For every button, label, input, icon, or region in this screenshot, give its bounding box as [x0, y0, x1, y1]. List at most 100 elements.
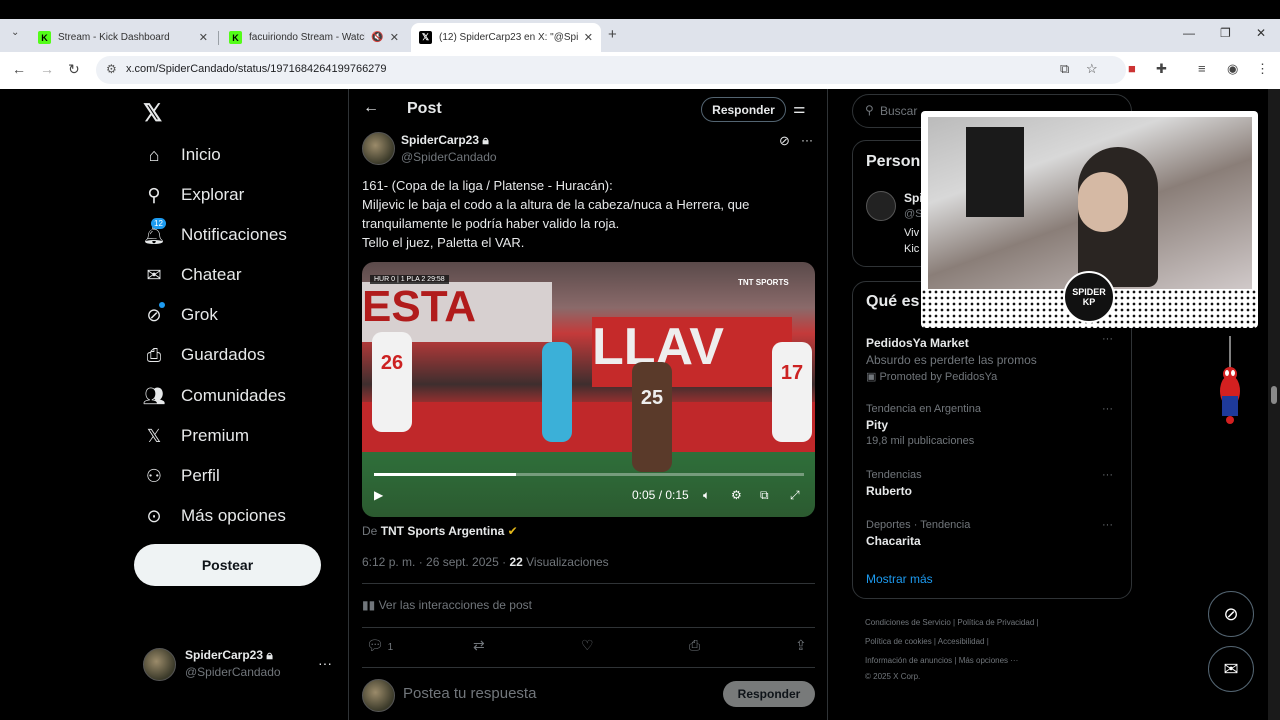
author-handle[interactable]: @SpiderCandado: [401, 150, 497, 164]
reply-submit-button[interactable]: Responder: [723, 681, 815, 707]
post-text-line: tranquilamente le podría haber valido la…: [362, 216, 620, 231]
suggested-avatar[interactable]: [866, 191, 896, 221]
grok-float-button[interactable]: ⊘: [1208, 591, 1254, 637]
post-column: ← Post Responder ⚌ SpiderCarp23 🔒︎ @Spid…: [348, 89, 828, 720]
address-bar[interactable]: ⚙ x.com/SpiderCandado/status/19716842641…: [96, 56, 1126, 84]
author-name[interactable]: SpiderCarp23 🔒︎: [401, 133, 489, 148]
bell-icon: 🔔︎ 12: [142, 218, 166, 245]
nav-item-premium[interactable]: 𝕏 Premium: [143, 420, 249, 452]
trend-item[interactable]: PedidosYa Market Absurdo es perderte las…: [866, 333, 1121, 383]
avatar: [362, 679, 395, 712]
trends-card: Qué es PedidosYa Market Absurdo es perde…: [852, 281, 1132, 599]
nav-item-chat[interactable]: ✉ Chatear: [143, 259, 241, 291]
install-app-icon[interactable]: ⧉: [1060, 61, 1069, 77]
restore-button[interactable]: ❐: [1220, 26, 1231, 40]
bookmark-star-icon[interactable]: ☆: [1086, 61, 1098, 77]
tab-kick-dashboard[interactable]: K Stream - Kick Dashboard ✕: [30, 23, 216, 52]
tab-search-icon[interactable]: ⌄: [11, 27, 19, 38]
trend-item[interactable]: Deportes · Tendencia Chacarita ···: [866, 519, 1121, 548]
home-icon: ⌂: [148, 144, 160, 165]
x-logo-icon[interactable]: 𝕏: [143, 99, 162, 128]
close-icon[interactable]: ✕: [584, 31, 593, 44]
reply-input[interactable]: Postea tu respuesta: [403, 685, 536, 702]
profile-icon[interactable]: ◉: [1227, 61, 1238, 77]
nav-item-bookmarks[interactable]: ⎙ Guardados: [143, 339, 265, 371]
footer-links[interactable]: Política de cookies | Accesibilidad |: [865, 637, 989, 646]
more-icon[interactable]: ···: [318, 655, 332, 671]
tab-x-post[interactable]: 𝕏 (12) SpiderCarp23 en X: "@Spic ✕: [411, 23, 601, 52]
extension-icon[interactable]: ■: [1128, 61, 1136, 76]
filter-icon[interactable]: ⚌: [793, 100, 806, 117]
suggested-name[interactable]: Spi: [904, 191, 923, 205]
more-icon[interactable]: ···: [1102, 519, 1113, 531]
kick-icon: K: [38, 31, 51, 44]
tab-kick-watch[interactable]: K facuiriondo Stream - Watch 🔇 ✕: [221, 23, 407, 52]
post-button[interactable]: Postear: [134, 544, 321, 586]
more-icon[interactable]: ···: [1102, 333, 1113, 345]
forward-button[interactable]: →: [40, 61, 54, 77]
footer-links[interactable]: Condiciones de Servicio | Política de Pr…: [865, 618, 1039, 627]
repost-icon[interactable]: ⇄: [473, 637, 485, 654]
reply-action[interactable]: 💬︎ 1: [366, 637, 393, 654]
messages-float-button[interactable]: ✉: [1208, 646, 1254, 692]
bookmark-icon[interactable]: ⎙: [689, 637, 700, 654]
more-icon[interactable]: ···: [1102, 469, 1113, 481]
like-icon[interactable]: ♡: [581, 637, 594, 654]
nav-item-notifications[interactable]: 🔔︎ 12 Notificaciones: [142, 218, 287, 251]
more-icon[interactable]: ···: [1102, 403, 1113, 415]
close-window-button[interactable]: ✕: [1256, 26, 1266, 40]
share-icon[interactable]: ⇪: [795, 637, 807, 654]
player-jersey: 17: [772, 342, 812, 442]
media-icon[interactable]: ≡: [1198, 61, 1206, 76]
x-icon: 𝕏: [419, 31, 432, 44]
back-button[interactable]: ←: [12, 61, 26, 77]
author-avatar[interactable]: [362, 132, 395, 165]
scrollbar-thumb[interactable]: [1271, 386, 1277, 404]
puzzle-icon[interactable]: ✚: [1156, 61, 1167, 77]
close-icon[interactable]: ✕: [390, 31, 399, 44]
divider: [362, 627, 815, 628]
nav-item-profile[interactable]: ⚇ Perfil: [143, 460, 220, 492]
nav-item-communities[interactable]: 👥︎ Comunidades: [143, 380, 286, 412]
nav-item-grok[interactable]: ⊘ Grok: [143, 299, 218, 331]
more-icon[interactable]: ···: [801, 133, 813, 147]
trend-item[interactable]: Tendencias Ruberto ···: [866, 469, 1121, 498]
page-scrollbar[interactable]: [1268, 89, 1280, 720]
suggested-bio-line: Kic: [904, 243, 920, 255]
notification-badge: 12: [151, 218, 166, 229]
grok-icon[interactable]: ⊘: [779, 133, 790, 149]
grok-icon: ⊘: [1223, 603, 1239, 624]
video-source: De TNT Sports Argentina ✔: [362, 524, 518, 538]
suggested-handle: @S: [904, 208, 923, 220]
close-icon[interactable]: ✕: [199, 31, 208, 44]
post-text-line: Miljevic le baja el codo a la altura de …: [362, 197, 750, 212]
webcam-overlay: SPIDER KP: [921, 111, 1258, 328]
grok-icon: ⊘: [143, 302, 165, 326]
trend-item[interactable]: Tendencia en Argentina Pity 19,8 mil pub…: [866, 403, 1121, 447]
play-icon[interactable]: ▶: [374, 488, 383, 502]
minimize-button[interactable]: —: [1183, 26, 1195, 40]
nav-item-more[interactable]: ⊙ Más opciones: [143, 500, 285, 532]
stream-emblem-logo: SPIDER KP: [1063, 271, 1115, 323]
menu-icon[interactable]: ⋮: [1256, 61, 1269, 77]
fullscreen-icon[interactable]: ⤢: [790, 488, 800, 503]
back-arrow-icon[interactable]: ←: [363, 99, 379, 117]
video-player[interactable]: ESTA LLAV 26 25 17 HUR 0 | 1 PLA 2 29:58…: [362, 262, 815, 517]
new-tab-button[interactable]: +: [608, 26, 617, 43]
nav-item-home[interactable]: ⌂ Inicio: [143, 139, 221, 171]
nav-item-explore[interactable]: ⚲ Explorar: [143, 179, 244, 211]
reply-header-button[interactable]: Responder: [701, 97, 786, 122]
volume-icon[interactable]: 🔈︎: [703, 488, 710, 503]
site-info-icon[interactable]: ⚙: [106, 62, 117, 76]
show-more-link[interactable]: Mostrar más: [866, 572, 933, 586]
settings-icon[interactable]: ⚙: [731, 488, 742, 502]
mute-icon[interactable]: 🔇: [371, 32, 383, 43]
avatar: [143, 648, 176, 681]
view-interactions-link[interactable]: ▮▮ Ver las interacciones de post: [362, 598, 532, 612]
reload-button[interactable]: ↻: [68, 61, 80, 78]
video-progress-bar[interactable]: [374, 473, 804, 476]
account-switcher[interactable]: SpiderCarp23 🔒︎ @SpiderCandado ···: [143, 647, 343, 687]
footer-links[interactable]: Información de anuncios | Más opciones ·…: [865, 656, 1018, 665]
source-link[interactable]: TNT Sports Argentina: [381, 524, 505, 538]
picture-in-picture-icon[interactable]: ⧉: [760, 488, 769, 503]
